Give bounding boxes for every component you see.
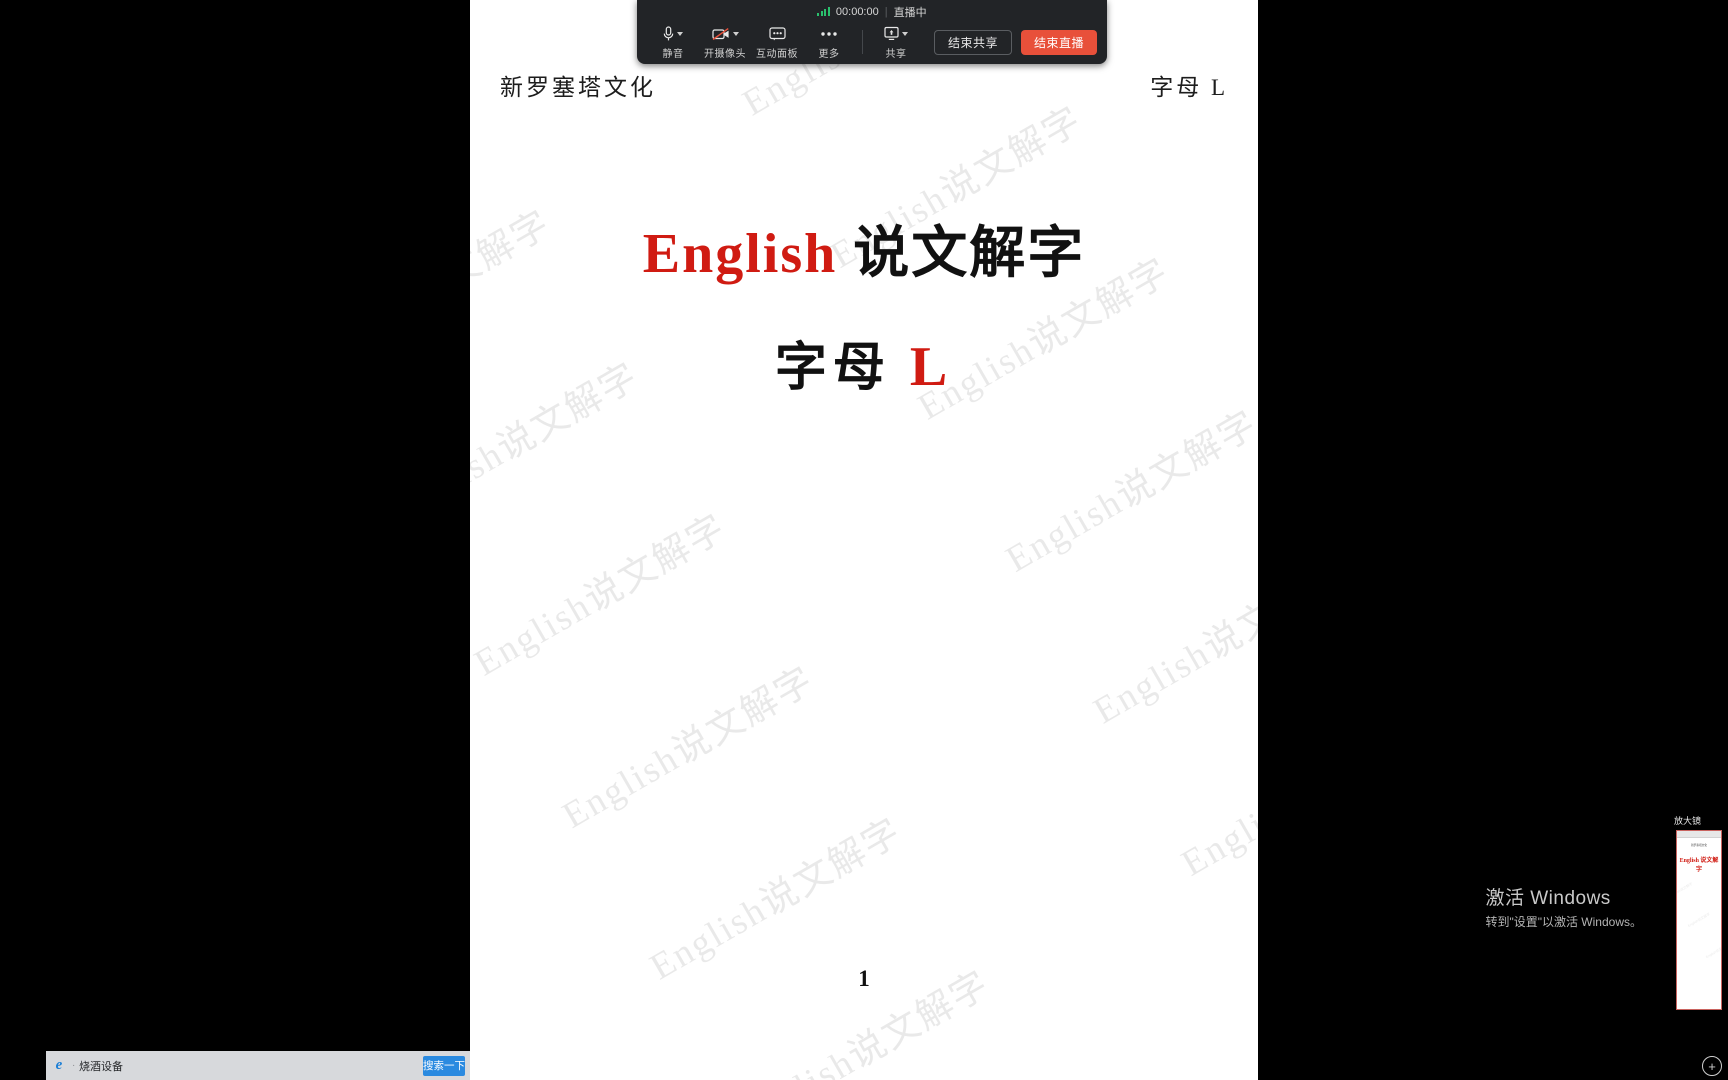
document-header-right: 字母 L: [1150, 75, 1228, 100]
live-timer: 00:00:00: [835, 5, 879, 18]
toolbar-item-mute-label: 静音: [662, 48, 684, 60]
activation-title: 激活 Windows: [1485, 888, 1611, 909]
internet-explorer-icon: e: [55, 1057, 63, 1073]
slide-subtitle: 字母 L: [470, 325, 1258, 400]
microphone-icon: [663, 25, 683, 43]
magnifier-preview-watermark: English说文解字: [1714, 968, 1721, 994]
watermark-text: English说文解字: [555, 659, 822, 837]
chevron-down-icon[interactable]: [677, 31, 683, 36]
ellipsis-icon: [820, 25, 838, 43]
end-share-button[interactable]: 结束共享: [933, 29, 1012, 55]
toolbar-item-camera[interactable]: 开摄像头: [699, 22, 751, 62]
browser-search-taskbar[interactable]: e · 烧酒设备 搜索一下: [46, 1051, 470, 1080]
screen-share-icon: [884, 25, 908, 43]
magnifier-preview-header: 新罗塞塔文化: [1690, 844, 1708, 847]
chevron-down-icon[interactable]: [901, 31, 908, 36]
watermark-text: English说文解字: [999, 403, 1258, 581]
slide-subtitle-letter: L: [909, 336, 954, 398]
toolbar-item-share-label: 共享: [885, 48, 907, 60]
slide-title: English 说文解字: [470, 208, 1258, 289]
chat-panel-icon: [768, 25, 786, 43]
magnifier-preview-toolbar: [1677, 831, 1721, 838]
document-header-left: 新罗塞塔文化: [500, 75, 656, 100]
watermark-text: English说文解字: [470, 507, 734, 685]
watermark-text: English说文解字: [643, 811, 909, 989]
magnifier-preview-watermark: English说文解字: [1687, 912, 1711, 929]
toolbar-divider: [862, 30, 863, 54]
toolbar-actions: 静音 开摄像头 互动面板 更多 共享 结束共享 结束直播: [637, 21, 1107, 63]
watermark-text: English说文解字: [1174, 707, 1258, 885]
toolbar-item-more[interactable]: 更多: [803, 22, 855, 62]
search-input[interactable]: 烧酒设备: [79, 1058, 423, 1074]
toolbar-item-camera-label: 开摄像头: [704, 48, 747, 60]
magnifier-preview[interactable]: 新罗塞塔文化 English 说文解字 English说文解字 English说…: [1676, 830, 1722, 1010]
magnifier-preview-watermark: English说文解字: [1676, 881, 1694, 898]
live-status-label: 直播中: [893, 6, 927, 19]
plus-magnifier-icon[interactable]: +: [1702, 1056, 1722, 1076]
status-separator: |: [884, 5, 888, 18]
live-status-bar: 00:00:00 | 直播中: [637, 0, 1107, 21]
watermark-layer: English说文解字 English说文解字 English说文解字 Englis…: [470, 0, 1258, 1080]
activation-subtitle: 转到"设置"以激活 Windows。: [1485, 915, 1642, 929]
screen-root: English说文解字 English说文解字 English说文解字 Englis…: [0, 0, 1728, 1080]
slide-title-english: English: [642, 223, 838, 285]
toolbar-item-panel-label: 互动面板: [756, 48, 799, 60]
magnifier-title: 放大镜: [1674, 816, 1702, 826]
shared-document-slide[interactable]: English说文解字 English说文解字 English说文解字 Englis…: [470, 0, 1258, 1080]
magnifier-preview-watermark: English说文解字: [1677, 845, 1684, 871]
windows-activation-watermark: 激活 Windows 转到"设置"以激活 Windows。: [1485, 883, 1642, 930]
magnifier-preview-watermark: English说文解字: [1705, 943, 1722, 960]
page-number: 1: [858, 966, 870, 991]
signal-bars-icon: [817, 7, 830, 16]
slide-subtitle-chinese: 字母: [774, 340, 891, 397]
slide-title-chinese: 说文解字: [853, 223, 1086, 285]
toolbar-item-more-label: 更多: [818, 48, 840, 60]
watermark-text: English说文解字: [1086, 555, 1258, 733]
taskbar-separator: ·: [72, 1060, 76, 1071]
toolbar-item-panel[interactable]: 互动面板: [751, 22, 803, 62]
toolbar-item-mute[interactable]: 静音: [647, 22, 699, 62]
search-button[interactable]: 搜索一下: [423, 1055, 465, 1076]
watermark-text: English说文解字: [1257, 850, 1258, 1038]
camera-off-icon: [711, 25, 739, 43]
toolbar-item-share[interactable]: 共享: [870, 22, 922, 62]
meeting-toolbar: 00:00:00 | 直播中 静音 开摄像头 互动面板 更多 共享 结束共享 结…: [637, 0, 1107, 64]
end-live-button[interactable]: 结束直播: [1020, 29, 1097, 55]
magnifier-panel[interactable]: 放大镜 新罗塞塔文化 English 说文解字 English说文解字 Engl…: [1670, 812, 1728, 1080]
document-header: 新罗塞塔文化 字母 L: [470, 68, 1258, 102]
chevron-down-icon[interactable]: [732, 31, 739, 36]
